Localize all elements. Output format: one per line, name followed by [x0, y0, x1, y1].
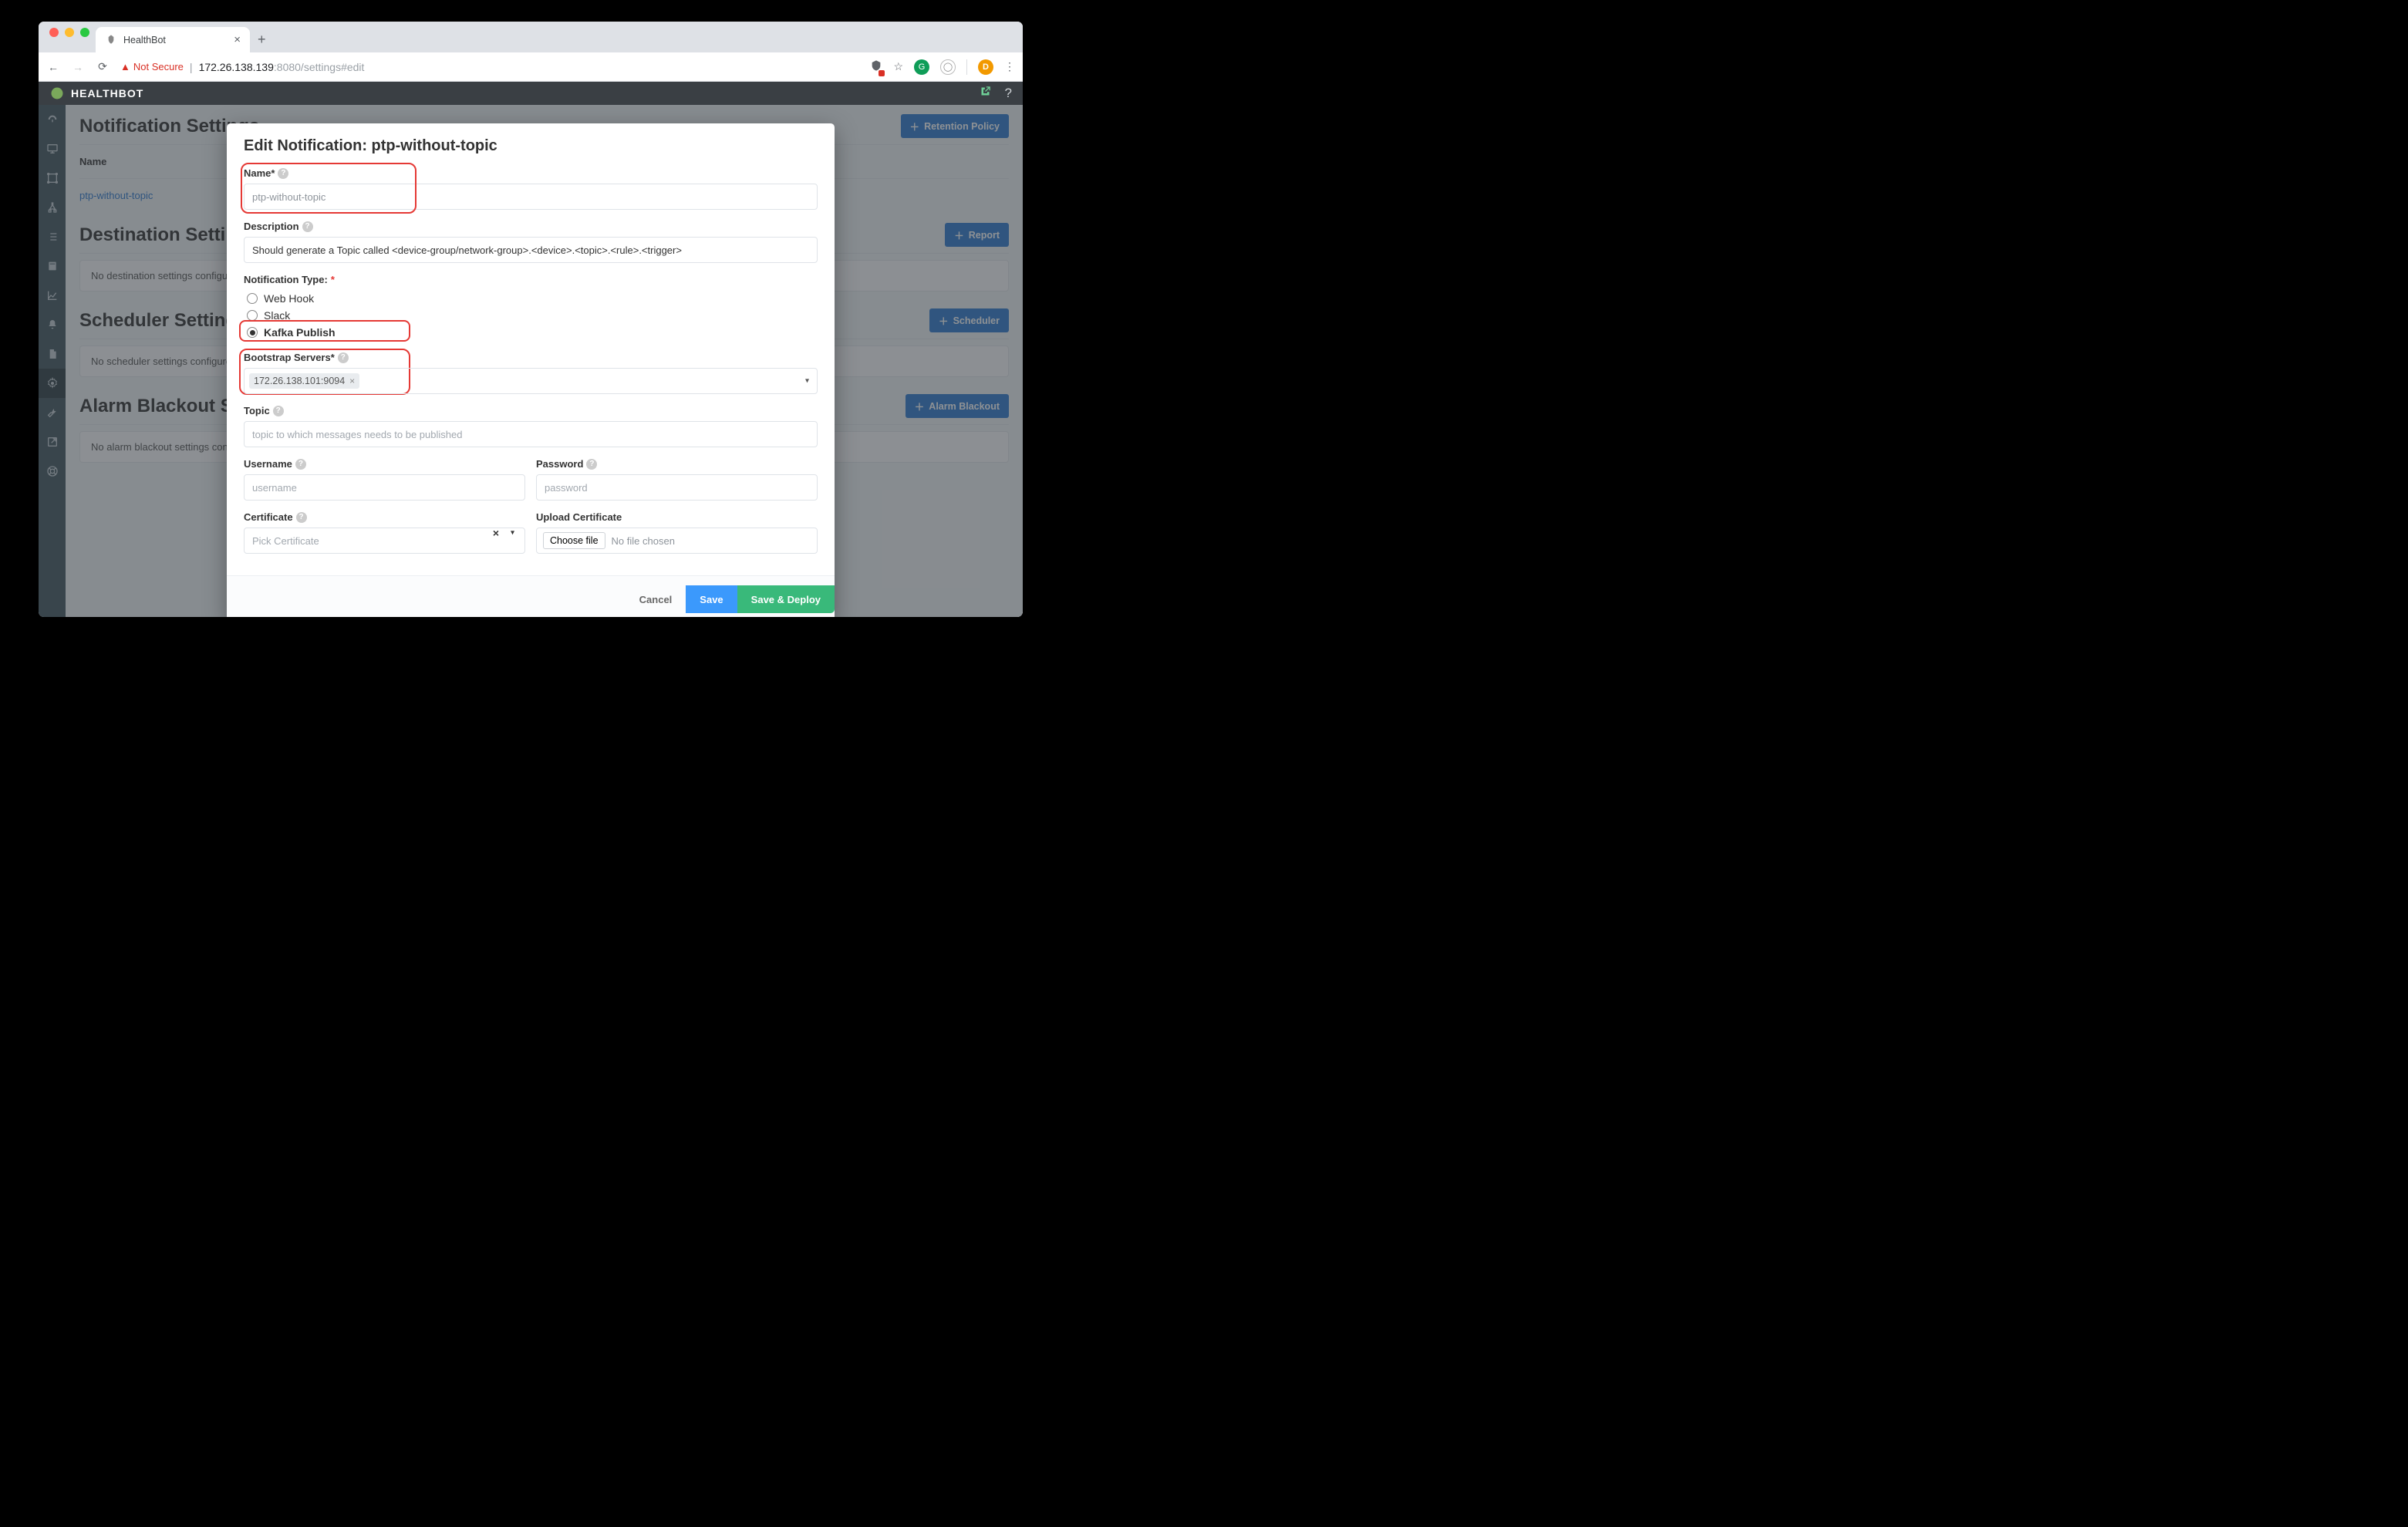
radio-kafka[interactable]: Kafka Publish	[244, 324, 818, 341]
upload-cert-label: Upload Certificate	[536, 511, 622, 523]
maximize-window-icon[interactable]	[80, 28, 89, 37]
edit-notification-modal: Edit Notification: ptp-without-topic Nam…	[227, 123, 835, 617]
cancel-button[interactable]: Cancel	[626, 585, 686, 613]
help-icon[interactable]: ?	[586, 459, 597, 470]
chevron-down-icon[interactable]: ▾	[511, 528, 514, 537]
password-label: Password	[536, 458, 583, 470]
url-path: :8080/settings#edit	[274, 61, 365, 73]
username-label: Username	[244, 458, 292, 470]
bootstrap-label: Bootstrap Servers*	[244, 352, 335, 363]
separator	[966, 59, 967, 75]
tag-remove-icon[interactable]: ×	[349, 376, 355, 386]
help-icon[interactable]: ?	[338, 352, 349, 363]
name-label: Name*	[244, 167, 275, 179]
browser-tab[interactable]: HealthBot ×	[96, 27, 250, 52]
profile-avatar[interactable]: D	[978, 59, 993, 75]
bootstrap-servers-input[interactable]: 172.26.138.101:9094 × ▾	[244, 368, 818, 394]
app-logo-icon	[49, 86, 65, 101]
help-icon[interactable]: ?	[273, 406, 284, 416]
password-input[interactable]	[536, 474, 818, 501]
grammarly-icon[interactable]: G	[914, 59, 929, 75]
tab-title: HealthBot	[123, 35, 166, 46]
url-host: 172.26.138.139	[199, 61, 274, 73]
help-icon[interactable]: ?	[1005, 86, 1012, 101]
close-window-icon[interactable]	[49, 28, 59, 37]
extension-icon[interactable]	[870, 59, 882, 74]
browser-menu-icon[interactable]: ⋮	[1004, 60, 1015, 73]
save-button[interactable]: Save	[686, 585, 737, 613]
new-tab-button[interactable]: +	[250, 32, 274, 52]
certificate-select[interactable]	[244, 528, 525, 554]
help-icon[interactable]: ?	[296, 512, 307, 523]
radio-slack-label: Slack	[264, 309, 290, 322]
extension-circle-icon[interactable]: ◯	[940, 59, 956, 75]
notification-type-label: Notification Type:	[244, 274, 328, 285]
app-viewport: HEALTHBOT ? Notificat	[39, 82, 1023, 617]
tag-label: 172.26.138.101:9094	[254, 376, 345, 386]
choose-file-button[interactable]: Choose file	[543, 532, 605, 549]
upload-certificate-input[interactable]: Choose file No file chosen	[536, 528, 818, 554]
radio-webhook[interactable]: Web Hook	[244, 290, 818, 307]
description-label: Description	[244, 221, 299, 232]
help-icon[interactable]: ?	[295, 459, 306, 470]
tab-close-icon[interactable]: ×	[234, 33, 241, 46]
minimize-window-icon[interactable]	[65, 28, 74, 37]
not-secure-badge[interactable]: ▲ Not Secure	[120, 61, 184, 72]
warning-icon: ▲	[120, 61, 130, 72]
certificate-label: Certificate	[244, 511, 293, 523]
reload-button[interactable]: ⟳	[96, 60, 110, 73]
username-input[interactable]	[244, 474, 525, 501]
favicon-icon	[105, 34, 117, 46]
help-icon[interactable]: ?	[278, 168, 288, 179]
modal-footer: Cancel Save Save & Deploy	[227, 575, 835, 617]
bootstrap-server-tag[interactable]: 172.26.138.101:9094 ×	[249, 373, 359, 389]
radio-slack[interactable]: Slack	[244, 307, 818, 324]
browser-tabbar: HealthBot × +	[39, 22, 1023, 52]
back-button[interactable]: ←	[46, 61, 60, 73]
topic-label: Topic	[244, 405, 270, 416]
save-deploy-button[interactable]: Save & Deploy	[737, 585, 835, 613]
description-input[interactable]	[244, 237, 818, 263]
name-input[interactable]	[244, 184, 818, 210]
bookmark-icon[interactable]: ☆	[893, 60, 903, 73]
no-file-label: No file chosen	[612, 535, 675, 547]
browser-toolbar: ← → ⟳ ▲ Not Secure | 172.26.138.139:8080…	[39, 52, 1023, 82]
address-bar[interactable]: ▲ Not Secure | 172.26.138.139:8080/setti…	[120, 61, 859, 73]
topic-input[interactable]	[244, 421, 818, 447]
app-topbar: HEALTHBOT ?	[39, 82, 1023, 105]
app-brand: HEALTHBOT	[71, 87, 143, 99]
clear-icon[interactable]: ×	[493, 527, 499, 539]
radio-webhook-label: Web Hook	[264, 292, 314, 305]
forward-button[interactable]: →	[71, 61, 85, 73]
external-link-icon[interactable]	[980, 86, 991, 101]
browser-window: HealthBot × + ← → ⟳ ▲ Not Secure | 172.2…	[39, 22, 1023, 617]
window-controls	[46, 28, 96, 46]
toolbar-right: ☆ G ◯ D ⋮	[870, 59, 1015, 75]
modal-title: Edit Notification: ptp-without-topic	[244, 137, 818, 155]
not-secure-label: Not Secure	[133, 61, 184, 72]
chevron-down-icon[interactable]: ▾	[805, 377, 809, 386]
radio-kafka-label: Kafka Publish	[264, 326, 336, 339]
help-icon[interactable]: ?	[302, 221, 313, 232]
